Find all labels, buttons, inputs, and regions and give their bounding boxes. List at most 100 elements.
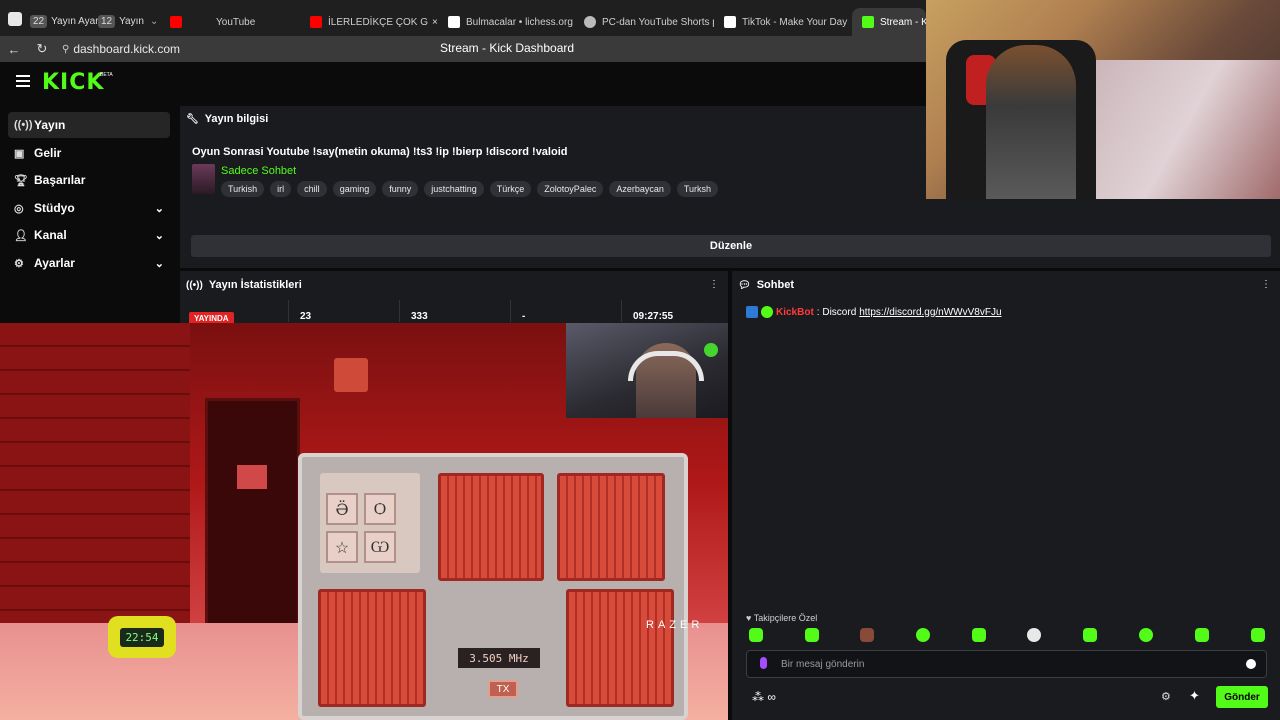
browser-tab[interactable]: İLERLEDİKÇE ÇOK G × [300, 8, 438, 36]
site-info-icon[interactable]: ⚲ [62, 44, 69, 55]
sidebar-item-label: Ayarlar [34, 256, 75, 270]
keypad-key: ☆ [326, 531, 358, 563]
divider [621, 300, 622, 322]
user-icon: 👤︎ [14, 229, 28, 242]
headphones [628, 351, 704, 381]
verified-badge-icon [761, 306, 773, 318]
studio-icon: ◎ [14, 202, 24, 215]
bomb-module [438, 473, 544, 581]
sidebar-item-label: Gelir [34, 146, 62, 160]
tab-label: YouTube [216, 16, 256, 28]
browser-tab[interactable]: Bulmacalar • lichess.org [438, 8, 574, 36]
panel-title: Yayın İstatistikleri [208, 279, 302, 291]
emote[interactable] [1195, 628, 1209, 642]
tab-group-count: 12 [98, 14, 116, 28]
keypad-key: Ӛ [326, 493, 358, 525]
keypad-module: Ӛ Ѻ ☆ Ѡ [320, 473, 420, 573]
tab-label: TikTok - Make Your Day [742, 16, 848, 28]
youtube-icon [170, 16, 182, 28]
clock-time: 22:54 [120, 627, 164, 647]
emote-picker-icon[interactable]: ✦ [1189, 688, 1200, 704]
send-button[interactable]: Gönder [1216, 686, 1268, 708]
kick-logo[interactable]: KICK [42, 70, 104, 95]
tab-group-yayin[interactable]: 12 Yayın ⌄ [98, 8, 158, 34]
sidebar-item-kanal[interactable]: 👤︎ Kanal ⌄ [8, 222, 170, 248]
emote[interactable] [1083, 628, 1097, 642]
points-value: ∞ [767, 690, 776, 704]
category-link[interactable]: Sadece Sohbet [221, 165, 296, 177]
razer-watermark: RAZER [646, 619, 704, 631]
sidebar-item-ayarlar[interactable]: ⚙ Ayarlar ⌄ [8, 250, 170, 276]
chat-message: KickBot : Discord https://discord.gg/nWW… [746, 306, 1002, 318]
chevron-down-icon: ⌄ [154, 257, 164, 270]
browser-tab[interactable]: YouTube [160, 8, 300, 36]
door-sign [237, 465, 267, 489]
keypad-key: Ѡ [364, 531, 396, 563]
secondary-webcam [566, 323, 728, 418]
emote[interactable] [860, 628, 874, 642]
emote[interactable] [972, 628, 986, 642]
sidebar-item-yayin[interactable]: ((•)) Yayın [8, 112, 170, 138]
points-indicator[interactable]: ⁂ ∞ [752, 690, 776, 704]
close-icon[interactable]: × [432, 17, 438, 28]
edit-button[interactable]: Düzenle [191, 235, 1271, 257]
emote[interactable] [1027, 628, 1041, 642]
chevron-down-icon: ⌄ [154, 202, 164, 215]
mic-icon[interactable] [760, 657, 767, 669]
sidebar-item-studyo[interactable]: ◎ Stüdyo ⌄ [8, 195, 170, 221]
sidebar-item-gelir[interactable]: ▣ Gelir [8, 140, 170, 166]
globe-icon [584, 16, 596, 28]
sidebar-item-label: Başarılar [34, 173, 86, 187]
tiktok-icon [724, 16, 736, 28]
tag: Turkish [221, 181, 265, 197]
tab-group-yayin-ayar[interactable]: 22 Yayın Ayar [30, 8, 99, 34]
sidebar-item-label: Kanal [34, 228, 67, 242]
more-options-icon[interactable]: ⋮ [1261, 279, 1271, 290]
reload-icon[interactable]: ↻ [28, 41, 56, 57]
keypad-key: Ѻ [364, 493, 396, 525]
beta-label: BETA [100, 72, 113, 78]
tag: chill [297, 181, 327, 197]
chat-username[interactable]: KickBot [776, 307, 814, 318]
gear-icon: ⚙ [14, 257, 24, 270]
browser-tab[interactable]: PC-dan YouTube Shorts p [574, 8, 714, 36]
emoji-icon[interactable] [1246, 659, 1256, 669]
chat-link[interactable]: https://discord.gg/nWWvV8vFJu [859, 307, 1001, 318]
frequency-display: 3.505 MHz [458, 648, 540, 668]
url-field[interactable]: dashboard.kick.com [73, 42, 180, 56]
back-arrow-icon[interactable]: ← [0, 42, 28, 57]
emote[interactable] [805, 628, 819, 642]
tab-group-count: 22 [30, 14, 48, 28]
page-title: Stream - Kick Dashboard [440, 41, 575, 55]
panel-title: Sohbet [756, 279, 794, 291]
more-options-icon[interactable]: ⋮ [709, 279, 719, 290]
category-thumbnail[interactable] [192, 164, 215, 194]
sidebar-item-basarilar[interactable]: 🏆︎ Başarılar [8, 167, 170, 193]
chat-settings-icon[interactable]: ⚙ [1161, 690, 1171, 703]
emote[interactable] [749, 628, 763, 642]
emote[interactable] [1139, 628, 1153, 642]
menu-icon[interactable] [16, 75, 30, 87]
browser-tab[interactable]: TikTok - Make Your Day [714, 8, 854, 36]
subscriber-count: - [522, 311, 526, 322]
speaker-icon[interactable] [8, 12, 22, 26]
browser-tab-active[interactable]: Stream - Kic [852, 8, 926, 36]
chat-text: : Discord [816, 306, 857, 318]
tag-list: Turkish irl chill gaming funny justchatt… [221, 181, 719, 197]
tag: Türkçe [489, 181, 532, 197]
chat-bubble-icon: 💬︎ [738, 279, 751, 291]
tag: Azerbaycan [609, 181, 671, 197]
followers-only-label: ♥ Takipçilere Özel [746, 613, 817, 623]
emote[interactable] [916, 628, 930, 642]
emote[interactable] [1251, 628, 1265, 642]
door [205, 398, 300, 643]
tab-label: İLERLEDİKÇE ÇOK G [328, 16, 429, 28]
tab-label: Stream - Kic [880, 16, 926, 28]
sidebar-item-label: Yayın [34, 118, 66, 132]
stream-title: Oyun Sonrasi Youtube !say(metin okuma) !… [192, 146, 568, 158]
stream-info-heading: 🔧︎ Yayın bilgisi [186, 113, 268, 125]
broadcast-icon: ((•)) [14, 119, 33, 131]
panel-title: Yayın bilgisi [204, 113, 269, 125]
razer-logo [704, 343, 718, 357]
tag: funny [382, 181, 419, 197]
